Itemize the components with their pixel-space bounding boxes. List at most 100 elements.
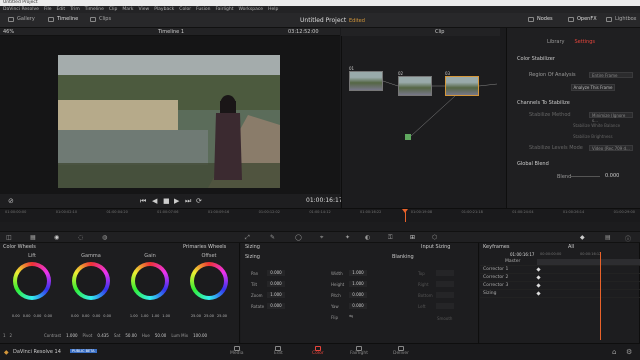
home-icon[interactable]: ⌂ xyxy=(612,348,616,356)
lift-g[interactable]: 0.00 xyxy=(34,314,42,318)
region-dropdown[interactable]: Entire Frame xyxy=(589,72,633,78)
playhead-marker-icon[interactable] xyxy=(402,209,408,213)
gain-y[interactable]: 1.00 xyxy=(130,314,138,318)
offset-wheel[interactable]: Offset 25.00 25.00 25.00 xyxy=(181,253,237,318)
key-icon[interactable]: ⚿ xyxy=(388,234,393,242)
gamma-y[interactable]: 0.00 xyxy=(71,314,79,318)
levels-dropdown[interactable]: Video (Rec.709 d... xyxy=(589,145,633,151)
menu-help[interactable]: Help xyxy=(268,6,278,13)
color-page-button[interactable]: Color xyxy=(312,346,324,356)
lift-b[interactable]: 0.00 xyxy=(44,314,52,318)
brightness-option[interactable]: Stabilize Brightness xyxy=(573,134,613,139)
sizing-icon[interactable]: ⊞ xyxy=(410,234,415,241)
keyframes-icon[interactable]: ◆ xyxy=(580,234,585,241)
page-1-button[interactable]: 1 xyxy=(3,333,6,338)
loop-icon[interactable]: ⟳ xyxy=(196,197,202,205)
gamma-g[interactable]: 0.00 xyxy=(93,314,101,318)
clips-button[interactable]: Clips xyxy=(90,16,111,22)
wheels-mode-dropdown[interactable]: Primaries Wheels xyxy=(183,244,226,250)
flip-icon[interactable]: ⇋ xyxy=(349,314,369,320)
keyframe-row[interactable]: Corrector 2 xyxy=(480,274,640,282)
curves-icon[interactable]: ⤢ xyxy=(245,234,250,242)
gain-g[interactable]: 1.00 xyxy=(152,314,160,318)
openfx-button[interactable]: OpenFX xyxy=(568,16,597,22)
menu-playback[interactable]: Playback xyxy=(154,6,174,13)
tab-library[interactable]: Library xyxy=(547,39,564,45)
settings-gear-icon[interactable]: ⚙ xyxy=(626,348,632,356)
keyframes-filter[interactable]: All xyxy=(568,244,574,250)
menu-trim[interactable]: Trim xyxy=(70,6,80,13)
zoom-value[interactable]: 1.000 xyxy=(267,292,285,298)
lightbox-button[interactable]: Lightbox xyxy=(606,16,637,22)
width-value[interactable]: 1.000 xyxy=(349,270,367,276)
keyframe-diamond-icon[interactable] xyxy=(536,267,541,272)
smooth-label[interactable]: Smooth xyxy=(437,316,452,321)
left-value[interactable] xyxy=(436,303,454,309)
keyframe-row[interactable]: Sizing xyxy=(480,290,640,298)
menu-fairlight[interactable]: Fairlight xyxy=(215,6,233,13)
fairlight-page-button[interactable]: Fairlight xyxy=(350,346,368,356)
go-start-icon[interactable]: ⏮ xyxy=(140,197,146,206)
height-value[interactable]: 1.000 xyxy=(349,281,367,287)
stop-icon[interactable]: ■ xyxy=(163,197,170,205)
menu-timeline[interactable]: Timeline xyxy=(85,6,104,13)
rotate-value[interactable]: 0.000 xyxy=(267,303,285,309)
keyframe-row-master[interactable]: Master xyxy=(480,258,640,266)
keyframe-diamond-icon[interactable] xyxy=(536,291,541,296)
keyframe-diamond-icon[interactable] xyxy=(536,275,541,280)
menu-workspace[interactable]: Workspace xyxy=(238,6,263,13)
yaw-value[interactable]: 0.000 xyxy=(349,303,367,309)
offset-g[interactable]: 25.00 xyxy=(204,314,214,318)
lift-wheel[interactable]: Lift 0.00 0.00 0.00 0.00 xyxy=(4,253,60,318)
color-wheels-icon[interactable]: ◉ xyxy=(54,234,59,241)
menu-clip[interactable]: Clip xyxy=(109,6,118,13)
menu-mark[interactable]: Mark xyxy=(122,6,133,13)
sizing-mode-dropdown[interactable]: Input Sizing xyxy=(421,244,450,250)
analyze-button[interactable]: Analyze This Frame xyxy=(571,84,615,91)
menu-davinci[interactable]: DaVinci Resolve xyxy=(3,6,39,13)
nodes-button[interactable]: Nodes xyxy=(528,16,553,22)
blend-slider[interactable] xyxy=(570,176,600,177)
top-value[interactable] xyxy=(436,270,454,276)
contrast-value[interactable]: 1.000 xyxy=(66,333,77,338)
lift-r[interactable]: 0.00 xyxy=(23,314,31,318)
pan-value[interactable]: 0.000 xyxy=(267,270,285,276)
gain-r[interactable]: 1.00 xyxy=(141,314,149,318)
motion-effects-icon[interactable]: ◍ xyxy=(102,234,107,241)
go-end-icon[interactable]: ⏭ xyxy=(185,197,191,206)
offset-color-wheel[interactable] xyxy=(190,262,228,300)
pivot-value[interactable]: 0.435 xyxy=(97,333,108,338)
white-balance-option[interactable]: Stabilize White Balance xyxy=(573,123,620,128)
clip-mode-label[interactable]: Clip xyxy=(435,29,444,35)
blend-value[interactable]: 0.000 xyxy=(605,173,619,179)
scopes-icon[interactable]: ▤ xyxy=(605,234,611,241)
edit-page-button[interactable]: Edit xyxy=(274,346,283,356)
bottom-value[interactable] xyxy=(436,292,454,298)
sat-value[interactable]: 50.00 xyxy=(125,333,136,338)
lift-color-wheel[interactable] xyxy=(13,262,51,300)
tab-settings[interactable]: Settings xyxy=(574,39,595,45)
info-icon[interactable]: ⓘ xyxy=(625,234,631,243)
offset-b[interactable]: 25.00 xyxy=(217,314,227,318)
magic-mask-icon[interactable]: ✦ xyxy=(345,234,350,241)
page-2-button[interactable]: 2 xyxy=(10,333,13,338)
menu-fusion[interactable]: Fusion xyxy=(196,6,210,13)
offset-r[interactable]: 25.00 xyxy=(191,314,201,318)
zoom-level[interactable]: 46% xyxy=(3,29,14,35)
pitch-value[interactable]: 0.000 xyxy=(349,292,367,298)
gallery-button[interactable]: Gallery xyxy=(8,16,35,22)
gamma-color-wheel[interactable] xyxy=(72,262,110,300)
keyframe-diamond-icon[interactable] xyxy=(536,283,541,288)
media-page-button[interactable]: Media xyxy=(230,346,244,356)
gain-b[interactable]: 1.00 xyxy=(162,314,170,318)
lift-y[interactable]: 0.00 xyxy=(12,314,20,318)
menu-edit[interactable]: Edit xyxy=(56,6,65,13)
deliver-page-button[interactable]: Deliver xyxy=(393,346,409,356)
rgb-mixer-icon[interactable]: ◌ xyxy=(78,234,83,241)
qualifier-icon[interactable]: ✎ xyxy=(270,234,275,241)
tracker-icon[interactable]: ⌖ xyxy=(320,234,323,242)
window-icon[interactable]: ◯ xyxy=(295,234,302,241)
gain-wheel[interactable]: Gain 1.00 1.00 1.00 1.00 xyxy=(122,253,178,318)
gain-color-wheel[interactable] xyxy=(131,262,169,300)
color-match-icon[interactable]: ▦ xyxy=(30,234,36,241)
